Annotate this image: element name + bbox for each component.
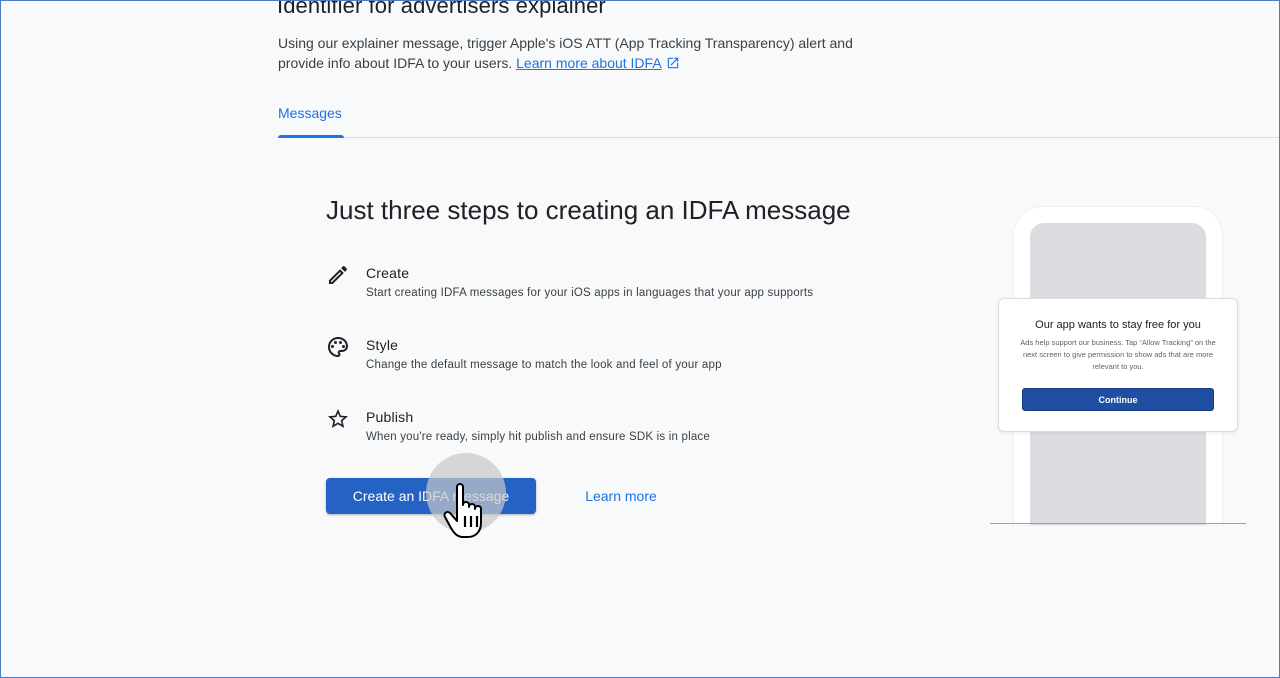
page-description: Using our explainer message, trigger App… xyxy=(278,33,898,75)
star-icon xyxy=(326,407,350,431)
app-frame: Identifier for advertisers explainer Usi… xyxy=(0,0,1280,678)
dialog-title: Our app wants to stay free for you xyxy=(1035,319,1201,331)
steps-heading: Just three steps to creating an IDFA mes… xyxy=(326,195,851,225)
step-subtitle: Change the default message to match the … xyxy=(366,359,722,371)
step-style: Style Change the default message to matc… xyxy=(326,335,886,379)
step-title: Publish xyxy=(366,409,414,425)
dialog-continue-button: Continue xyxy=(1022,388,1214,411)
step-publish: Publish When you're ready, simply hit pu… xyxy=(326,407,886,451)
step-subtitle: Start creating IDFA messages for your iO… xyxy=(366,287,814,299)
pencil-icon xyxy=(326,263,350,287)
step-title: Style xyxy=(366,337,399,353)
step-create: Create Start creating IDFA messages for … xyxy=(326,263,886,307)
tab-messages-label: Messages xyxy=(278,105,342,121)
tab-bar: Messages xyxy=(278,97,1279,138)
create-idfa-message-button[interactable]: Create an IDFA message xyxy=(326,478,536,514)
step-subtitle: When you're ready, simply hit publish an… xyxy=(366,431,710,443)
page-title: Identifier for advertisers explainer xyxy=(277,0,606,18)
palette-icon xyxy=(326,335,350,359)
phone-base-line xyxy=(990,523,1246,524)
tab-messages[interactable]: Messages xyxy=(278,97,344,138)
active-tab-indicator xyxy=(278,135,344,138)
preview-dialog: Our app wants to stay free for you Ads h… xyxy=(998,298,1238,432)
learn-more-idfa-label: Learn more about IDFA xyxy=(516,55,662,71)
open-in-new-icon[interactable] xyxy=(666,55,680,75)
learn-more-idfa-link[interactable]: Learn more about IDFA xyxy=(516,55,662,71)
dialog-body: Ads help support our business. Tap “Allo… xyxy=(1020,338,1216,371)
step-title: Create xyxy=(366,265,410,281)
learn-more-button[interactable]: Learn more xyxy=(571,478,671,514)
